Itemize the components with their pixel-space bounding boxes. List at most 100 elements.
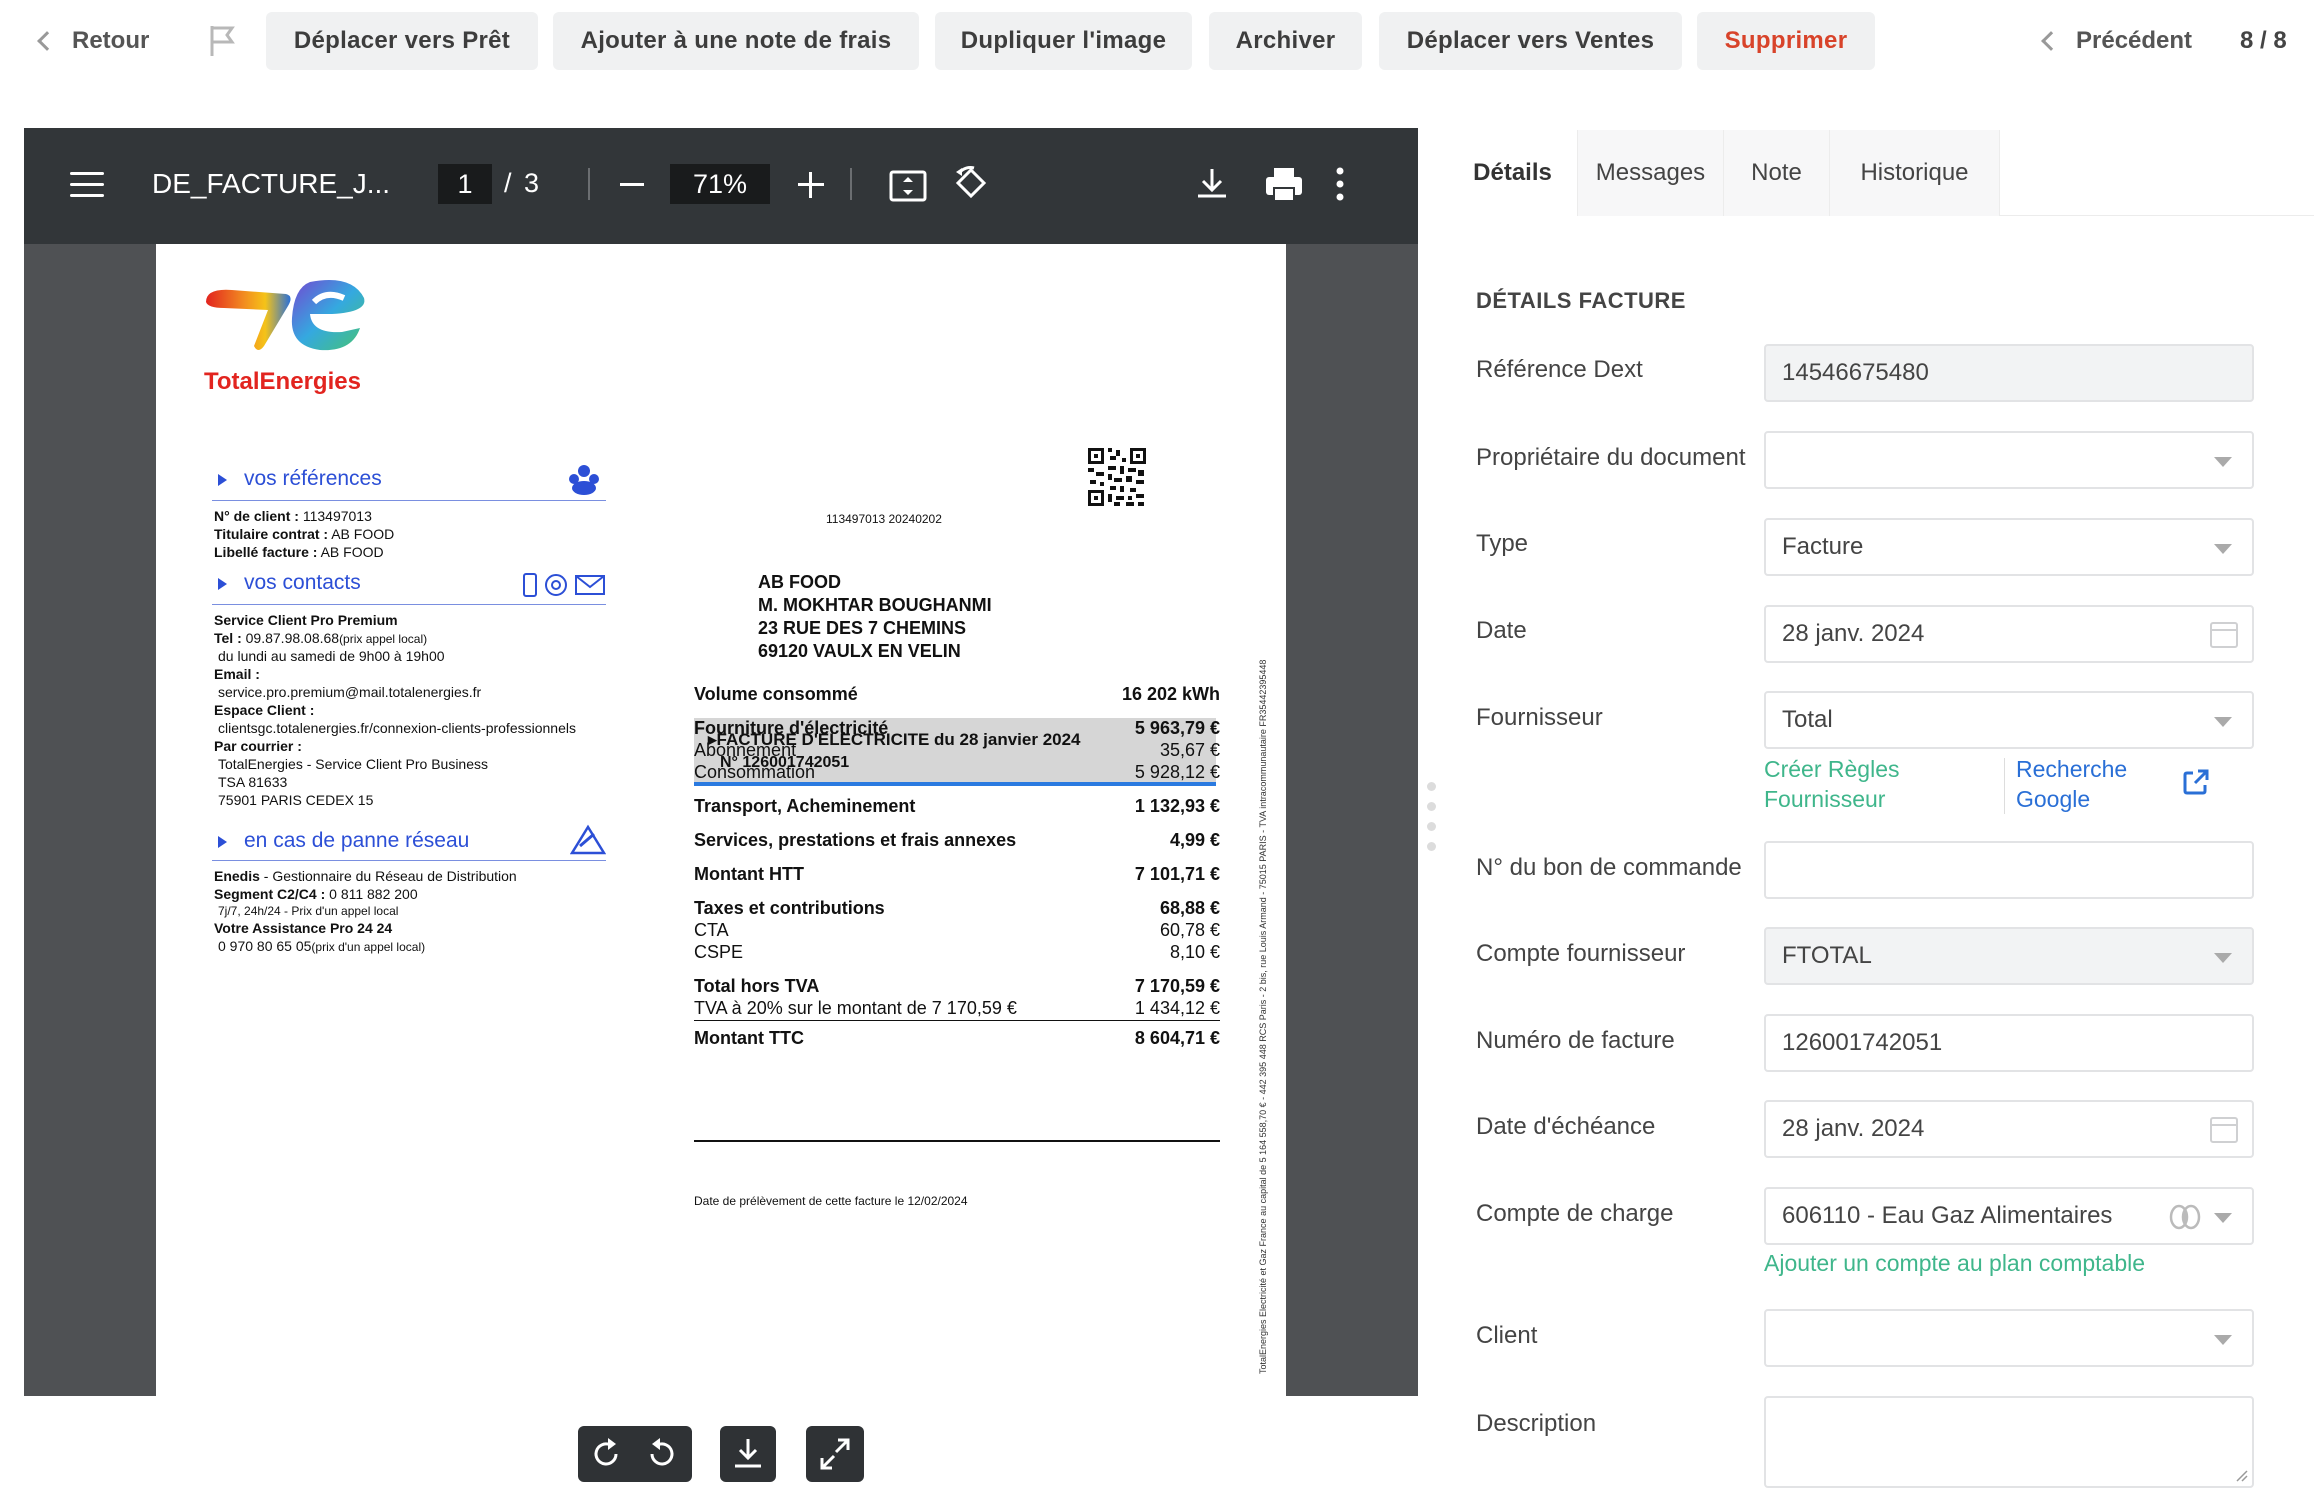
qr-code-icon xyxy=(1086,446,1148,508)
caret-down-icon xyxy=(2214,544,2232,554)
po-input[interactable] xyxy=(1764,841,2254,899)
pdf-file-title: DE_FACTURE_J... xyxy=(152,168,391,199)
tab-messages[interactable]: Messages xyxy=(1578,130,1724,216)
flag-icon[interactable] xyxy=(208,24,238,58)
supplier-value: Total xyxy=(1782,706,1833,733)
due-date-input[interactable]: 28 janv. 2024 xyxy=(1764,1100,2254,1158)
mail-line-3: 75901 PARIS CEDEX 15 xyxy=(218,792,374,808)
caret-down-icon xyxy=(2214,1335,2232,1345)
fit-page-icon[interactable] xyxy=(888,166,928,206)
invoice-line-label: Volume consommé xyxy=(694,684,858,704)
archive-button[interactable]: Archiver xyxy=(1209,12,1362,70)
chevron-left-icon xyxy=(37,31,57,51)
details-panel: Détails Messages Note Historique DÉTAILS… xyxy=(1448,130,2314,1502)
invoice-line-label: Montant HTT xyxy=(694,864,804,884)
due-date-value: 28 janv. 2024 xyxy=(1782,1115,1925,1142)
supplier-label: Fournisseur xyxy=(1476,704,1603,731)
tel-label: Tel : xyxy=(214,630,242,646)
supplier-select[interactable]: Total xyxy=(1764,691,2254,749)
invoice-number-input[interactable]: 126001742051 xyxy=(1764,1014,2254,1072)
zoom-out-button[interactable] xyxy=(614,164,650,204)
charge-account-value: 606110 - Eau Gaz Alimentaires xyxy=(1782,1202,2113,1229)
invoice-line-value: 8 604,71 € xyxy=(1134,1028,1220,1048)
charge-account-label: Compte de charge xyxy=(1476,1200,1674,1227)
section-rule xyxy=(212,604,606,605)
supplier-account-label: Compte fournisseur xyxy=(1476,940,1686,967)
enedis-desc: - Gestionnaire du Réseau de Distribution xyxy=(263,868,517,884)
more-options-icon[interactable] xyxy=(1334,166,1346,202)
page-separator: / xyxy=(504,168,512,198)
segment-label: Segment C2/C4 : xyxy=(214,886,326,902)
ai-suggestion-icon[interactable] xyxy=(2168,1204,2202,1230)
zoom-level-input[interactable]: 71% xyxy=(670,164,770,204)
client-select[interactable] xyxy=(1764,1309,2254,1367)
address-line-3: 23 RUE DES 7 CHEMINS xyxy=(758,618,967,638)
pdf-viewer: DE_FACTURE_J... 1 / 3 71% TotalEnergies … xyxy=(24,128,1418,1396)
date-input[interactable]: 28 janv. 2024 xyxy=(1764,605,2254,663)
download-icon xyxy=(735,1439,761,1468)
toolbar-divider xyxy=(850,168,852,200)
address-line-4: 69120 VAULX EN VELIN xyxy=(758,641,961,661)
rotate-right-icon[interactable] xyxy=(588,1436,624,1472)
owner-select[interactable] xyxy=(1764,431,2254,489)
caret-down-icon xyxy=(2214,953,2232,963)
create-supplier-rules-link[interactable]: Créer Règles Fournisseur xyxy=(1764,754,1900,814)
add-account-link[interactable]: Ajouter un compte au plan comptable xyxy=(1764,1250,2145,1277)
description-label: Description xyxy=(1476,1410,1597,1437)
caret-down-icon xyxy=(2214,1213,2232,1223)
email-label: Email : xyxy=(214,666,260,682)
move-to-sales-button[interactable]: Déplacer vers Ventes xyxy=(1379,12,1682,70)
description-textarea[interactable] xyxy=(1764,1396,2254,1488)
tab-history[interactable]: Historique xyxy=(1830,130,2000,216)
zoom-in-button[interactable] xyxy=(798,172,824,198)
tab-details[interactable]: Détails xyxy=(1448,130,1578,216)
charge-account-select[interactable]: 606110 - Eau Gaz Alimentaires xyxy=(1764,1187,2254,1245)
tab-note[interactable]: Note xyxy=(1724,130,1830,216)
invoice-line-value: 16 202 kWh xyxy=(1121,684,1220,704)
google-search-link[interactable]: Recherche Google xyxy=(2016,754,2127,814)
outage-title: en cas de panne réseau xyxy=(244,829,470,852)
previous-label: Précédent xyxy=(2076,27,2193,54)
page-number-input[interactable]: 1 xyxy=(438,164,492,204)
previous-button[interactable]: Précédent xyxy=(2041,20,2193,62)
resize-handle[interactable] xyxy=(1427,782,1437,862)
reference-codes: 113497013 20240202 xyxy=(826,512,942,526)
assistance-note: (prix d'un appel local) xyxy=(311,940,426,954)
calendar-icon[interactable] xyxy=(2210,1117,2238,1143)
section-title: DÉTAILS FACTURE xyxy=(1476,288,1686,313)
invoice-line-label: Montant TTC xyxy=(694,1028,804,1048)
email: service.pro.premium@mail.totalenergies.f… xyxy=(218,684,482,700)
move-to-ready-button[interactable]: Déplacer vers Prêt xyxy=(266,12,538,70)
invoice-line-value: 7 170,59 € xyxy=(1134,976,1220,996)
calendar-icon[interactable] xyxy=(2210,622,2238,648)
client-space-label: Espace Client : xyxy=(214,702,315,718)
external-link-icon[interactable] xyxy=(2182,768,2210,796)
invoice-line-value: 4,99 € xyxy=(1169,830,1220,850)
arrow-icon xyxy=(218,474,227,486)
invoice-page: TotalEnergies vos références N° de clien… xyxy=(156,244,1286,1396)
invoice-line-label: Taxes et contributions xyxy=(694,898,885,918)
type-value: Facture xyxy=(1782,533,1864,560)
fullscreen-button[interactable] xyxy=(806,1426,864,1482)
invoice-line-value: 68,88 € xyxy=(1159,898,1220,918)
holder-label: Titulaire contrat : xyxy=(214,526,329,542)
supplier-account-select[interactable]: FTOTAL xyxy=(1764,927,2254,985)
invoice-line-label: Consommation xyxy=(694,762,816,782)
download-button[interactable] xyxy=(720,1426,776,1482)
create-rules-line-1: Créer Règles xyxy=(1764,756,1900,782)
contacts-title: vos contacts xyxy=(244,571,361,594)
back-button[interactable]: Retour xyxy=(37,20,149,62)
invoice-line-value: 8,10 € xyxy=(1169,942,1220,962)
rotate-icon[interactable] xyxy=(950,164,992,206)
bill-label-label: Libellé facture : xyxy=(214,544,318,560)
delete-button[interactable]: Supprimer xyxy=(1697,12,1875,70)
add-to-expense-button[interactable]: Ajouter à une note de frais xyxy=(553,12,919,70)
duplicate-image-button[interactable]: Dupliquer l'image xyxy=(935,12,1192,70)
type-select[interactable]: Facture xyxy=(1764,518,2254,576)
client-number-label: N° de client : xyxy=(214,508,299,524)
download-icon[interactable] xyxy=(1194,166,1230,204)
resize-grip-icon[interactable] xyxy=(2234,1468,2248,1482)
rotate-left-icon[interactable] xyxy=(644,1436,680,1472)
print-icon[interactable] xyxy=(1264,166,1304,204)
menu-icon[interactable] xyxy=(70,172,104,198)
